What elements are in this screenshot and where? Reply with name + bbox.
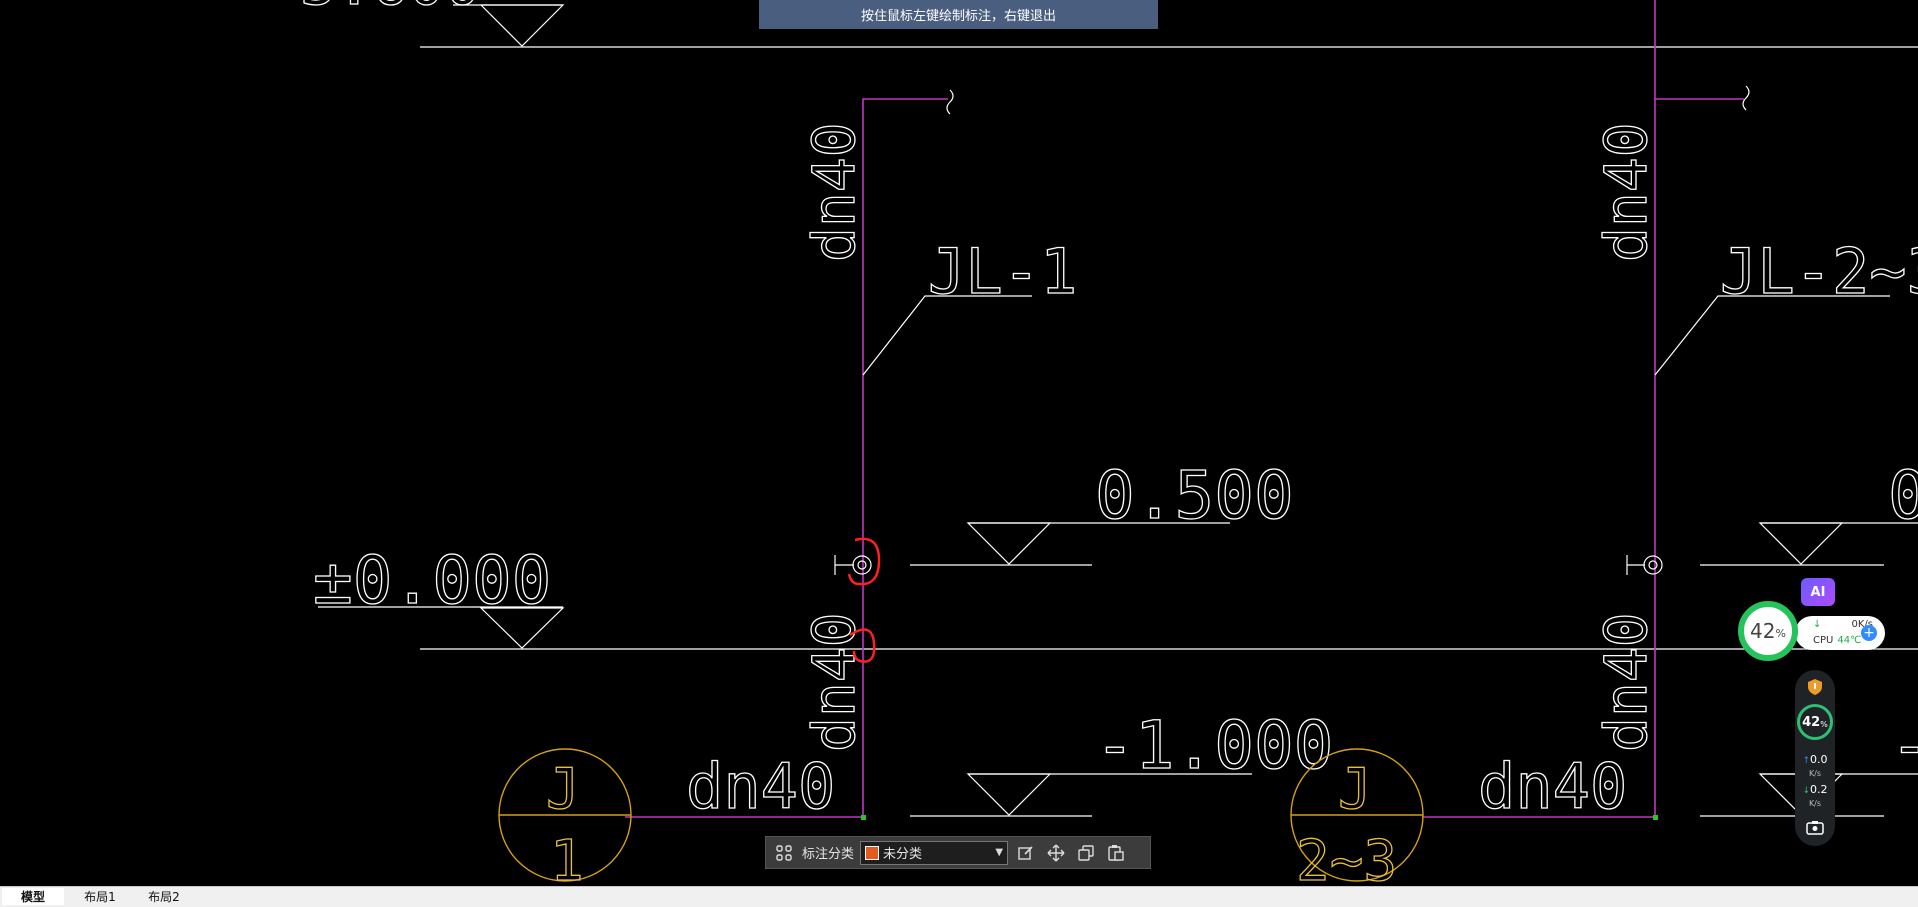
category-label: 标注分类 xyxy=(802,847,855,862)
paste-icon[interactable] xyxy=(1104,841,1128,865)
cpu-label: CPU xyxy=(1813,635,1834,646)
category-value: 未分类 xyxy=(883,847,923,862)
percent-sign: % xyxy=(1820,719,1828,729)
category-select[interactable]: 未分类 ▼ xyxy=(860,840,1009,865)
elev-text-right-neg: - xyxy=(1890,707,1918,784)
pipe-riser-left xyxy=(625,98,948,818)
tab-layout1[interactable]: 布局1 xyxy=(68,888,132,905)
monitor-side-panel[interactable]: 42% ↑0.0 K/s ↓0.2 K/s xyxy=(1795,670,1835,846)
tab-layout2[interactable]: 布局2 xyxy=(132,888,196,905)
cpu-usage-value: 42 xyxy=(1750,619,1776,643)
pipe-size-label: dn40 xyxy=(800,612,868,752)
layout-tab-bar: 模型 布局1 布局2 xyxy=(0,886,1918,907)
category-color-swatch xyxy=(865,845,880,860)
download-speed: ↓0.2 K/s xyxy=(1795,784,1835,809)
down-value: 0.2 xyxy=(1810,783,1828,796)
system-number: 1 xyxy=(550,829,584,886)
elev-marker-neg1 xyxy=(966,773,1052,816)
elev-text-05: 0.500 xyxy=(1095,457,1294,534)
pipe-size-label: dn40 xyxy=(1592,612,1660,752)
elev-text-neg1: -1.000 xyxy=(1095,707,1333,784)
elev-marker-05 xyxy=(966,522,1052,565)
upload-speed: ↑0.0 K/s xyxy=(1795,754,1835,779)
speed-unit: K/s xyxy=(1808,799,1822,808)
riser-label-jl1: JL-1 xyxy=(928,235,1077,308)
pipe-size-label: dn40 xyxy=(1592,122,1660,262)
elev-text-ground: ±0.000 xyxy=(313,542,551,619)
elev-text-right-0: 0 xyxy=(1888,457,1918,534)
valve-symbol xyxy=(1643,555,1663,575)
command-prompt-bar: 按住鼠标左键绘制标注，右键退出 xyxy=(759,0,1158,29)
tab-model[interactable]: 模型 xyxy=(2,888,64,905)
edit-icon[interactable] xyxy=(1014,841,1038,865)
cpu-row: CPU 44℃ xyxy=(1813,635,1861,646)
shield-icon[interactable] xyxy=(1807,678,1823,696)
grid-icon[interactable] xyxy=(772,841,796,865)
pipe-riser-right xyxy=(1654,0,1744,100)
arrow-up-icon: ↑ xyxy=(1802,756,1811,766)
pipe-size-label: dn40 xyxy=(686,750,835,823)
annotation-toolbar: 标注分类 未分类 ▼ xyxy=(765,836,1151,869)
camera-icon[interactable] xyxy=(1806,820,1824,835)
system-number: 2~3 xyxy=(1296,829,1397,886)
cpu-usage-ring[interactable]: 42% xyxy=(1738,601,1798,661)
arrow-down-icon: ↓ xyxy=(1802,786,1811,796)
arrow-down-icon: ↓ xyxy=(1813,619,1822,630)
ai-button[interactable]: AI xyxy=(1801,578,1835,606)
panel-usage-ring: 42% xyxy=(1797,704,1833,740)
elev-marker-right-05 xyxy=(1758,522,1844,565)
pipe-size-label: dn40 xyxy=(800,122,868,262)
elev-marker-top xyxy=(479,4,565,47)
system-monitor-pill[interactable]: ↓ 0K/s CPU 44℃ + xyxy=(1795,616,1885,650)
plus-icon[interactable]: + xyxy=(1861,625,1877,641)
cad-drawing-canvas[interactable]: 3.600 ±0.000 0.500 -1.000 0 - JL-1 JL-2~… xyxy=(0,0,1918,886)
panel-usage-value: 42 xyxy=(1802,714,1821,730)
percent-sign: % xyxy=(1775,627,1786,640)
chevron-down-icon: ▼ xyxy=(995,847,1004,858)
speed-unit: K/s xyxy=(1808,769,1822,778)
move-icon[interactable] xyxy=(1044,841,1068,865)
cpu-temp: 44℃ xyxy=(1837,635,1862,646)
riser-label-jl23: JL-2~3 xyxy=(1720,235,1918,308)
up-value: 0.0 xyxy=(1810,753,1828,766)
pipe-size-label: dn40 xyxy=(1478,750,1627,823)
system-letter: J xyxy=(546,757,580,822)
elev-text-top: 3.600 xyxy=(300,0,481,19)
valve-symbol xyxy=(852,555,872,575)
copy-icon[interactable] xyxy=(1074,841,1098,865)
system-letter: J xyxy=(1338,757,1372,822)
prompt-text: 按住鼠标左键绘制标注，右键退出 xyxy=(860,9,1056,24)
